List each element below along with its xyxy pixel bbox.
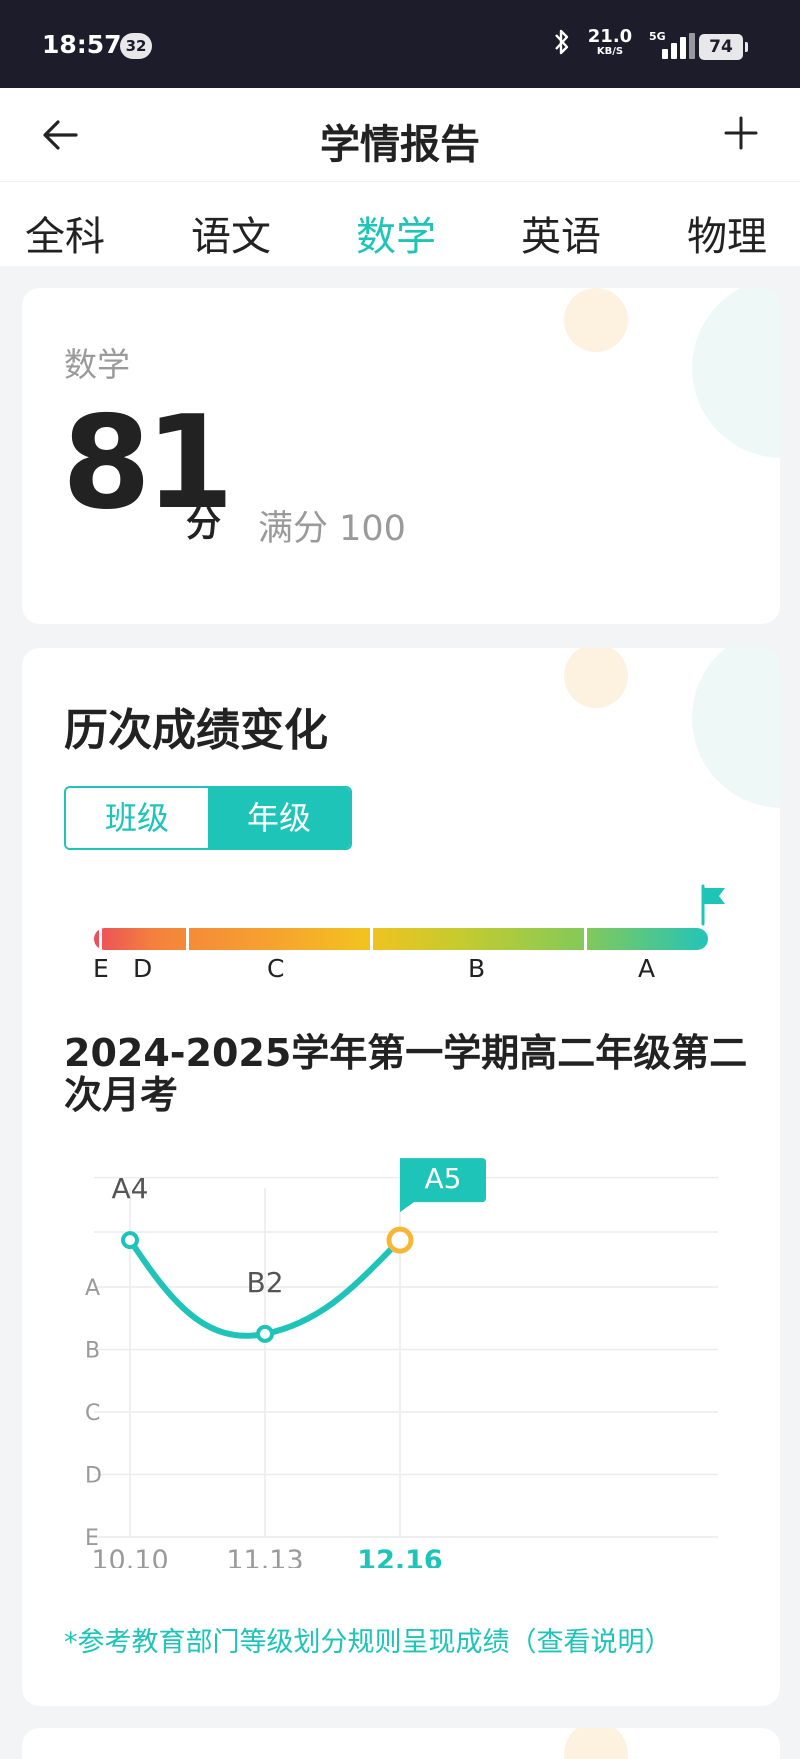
y-tick-label: D xyxy=(85,1464,102,1489)
decorative-circle xyxy=(564,1728,628,1759)
flag-icon xyxy=(701,884,725,926)
tab-english[interactable]: 英语 xyxy=(521,204,601,262)
grade-trend-chart: EDCBA10.10 11.13 12.16A4B2A5 xyxy=(85,1158,718,1568)
score-card: 数学 81 分 满分 100 xyxy=(22,288,780,624)
grade-label-a: A xyxy=(638,954,656,983)
score-unit: 分 xyxy=(186,505,222,545)
full-score-label: 满分 100 xyxy=(258,509,406,549)
history-card: 历次成绩变化 班级 年级 E D C B A 2024-2025学年第一学期高二… xyxy=(22,648,780,1706)
page-title: 学情报告 xyxy=(320,122,480,168)
bluetooth-icon xyxy=(553,28,571,63)
next-card xyxy=(22,1728,780,1759)
tab-physics[interactable]: 物理 xyxy=(687,204,767,262)
y-tick-label: A xyxy=(85,1276,100,1301)
score-subject: 数学 xyxy=(64,345,130,384)
data-point xyxy=(386,1226,414,1254)
clock: 18:57 xyxy=(42,30,122,59)
data-label: B2 xyxy=(246,1266,283,1299)
tab-all[interactable]: 全科 xyxy=(25,204,105,262)
y-tick-label: C xyxy=(85,1401,100,1426)
exam-title: 2024-2025学年第一学期高二年级第二次月考 xyxy=(64,1031,748,1117)
data-point xyxy=(121,1231,139,1250)
x-tick-label: 11.13 xyxy=(226,1545,303,1568)
decorative-circle xyxy=(692,288,780,458)
decorative-circle xyxy=(564,648,628,708)
app-header: 学情报告 xyxy=(0,88,800,182)
grade-label-b: B xyxy=(468,954,486,983)
add-button[interactable] xyxy=(718,110,764,156)
x-tick-label: 10.10 xyxy=(91,1545,168,1568)
y-tick-label: B xyxy=(85,1339,100,1364)
x-tick-label: 12.16 xyxy=(357,1545,442,1568)
grade-label-d: D xyxy=(133,954,153,983)
subject-tabs: 全科 语文 数学 英语 物理 xyxy=(0,182,800,266)
toggle-class[interactable]: 班级 xyxy=(66,788,208,848)
section-title: 历次成绩变化 xyxy=(64,705,328,756)
tab-math[interactable]: 数学 xyxy=(356,204,436,262)
notification-badge: 32 xyxy=(120,33,152,59)
data-point xyxy=(256,1324,274,1343)
toggle-grade[interactable]: 年级 xyxy=(208,788,350,848)
battery-icon: 74 xyxy=(699,34,748,60)
grade-scale-bar xyxy=(94,928,708,950)
data-label: A5 xyxy=(425,1162,462,1195)
tab-chinese[interactable]: 语文 xyxy=(191,204,271,262)
scope-toggle: 班级 年级 xyxy=(64,786,352,850)
grade-label-e: E xyxy=(93,954,109,983)
network-speed: 21.0 KB/S xyxy=(587,26,633,57)
signal-icon xyxy=(650,33,695,59)
footnote-link[interactable]: *参考教育部门等级划分规则呈现成绩（查看说明） xyxy=(64,1620,672,1659)
decorative-circle xyxy=(564,288,628,352)
plus-icon xyxy=(724,116,758,150)
status-bar: 18:57 32 21.0 KB/S 5G 74 xyxy=(0,0,800,88)
grade-label-c: C xyxy=(267,954,285,983)
decorative-circle xyxy=(692,648,780,808)
data-label: A4 xyxy=(112,1172,149,1205)
